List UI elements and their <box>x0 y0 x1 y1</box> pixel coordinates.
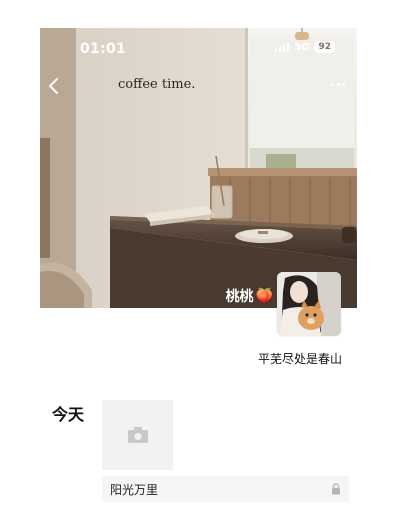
chevron-left-icon <box>49 78 58 94</box>
back-button[interactable] <box>46 76 62 96</box>
camera-icon <box>127 427 148 443</box>
status-indicators: 5G 92 <box>274 41 335 53</box>
day-label: 今天 <box>52 405 85 424</box>
add-photo-button[interactable] <box>102 400 173 470</box>
post-list-item[interactable]: 阳光万里 <box>102 476 349 502</box>
cover-photo[interactable]: 01:01 5G 92 coffee time. 桃桃 🍑 <box>40 28 357 308</box>
lock-icon <box>332 483 340 495</box>
post-text: 阳光万里 <box>110 482 159 497</box>
profile-signature: 平芜尽处是春山 <box>257 352 342 366</box>
more-dots-icon <box>331 82 334 86</box>
profile-username: 桃桃 🍑 <box>226 286 273 306</box>
cover-scene-image <box>40 28 357 308</box>
peach-emoji: 🍑 <box>255 288 273 304</box>
more-button[interactable] <box>331 78 349 90</box>
cover-caption: coffee time. <box>118 77 196 92</box>
avatar-image <box>277 272 341 336</box>
network-label: 5G <box>294 41 310 53</box>
moments-page: 01:01 5G 92 coffee time. 桃桃 🍑 平芜尽处是春山 今天… <box>0 0 400 527</box>
username-text: 桃桃 <box>225 289 254 305</box>
avatar[interactable] <box>277 272 341 336</box>
battery-badge: 92 <box>314 41 335 53</box>
signal-icon <box>274 42 290 52</box>
status-time: 01:01 <box>80 41 127 57</box>
